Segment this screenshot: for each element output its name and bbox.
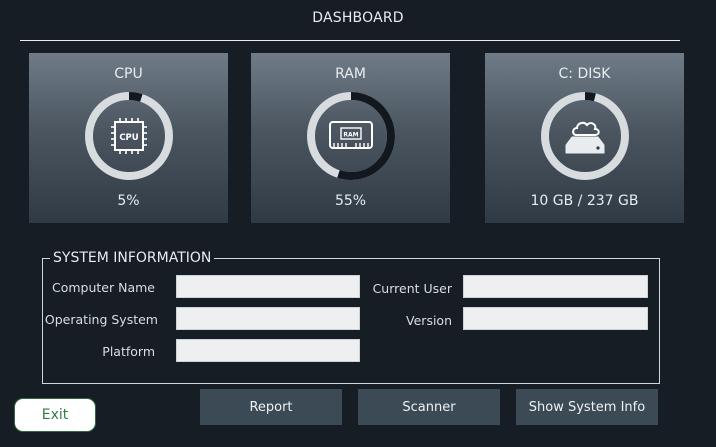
ram-module-icon: RAM — [329, 121, 373, 149]
version-label: Version — [406, 313, 452, 328]
cpu-chip-label: CPU — [119, 133, 138, 143]
page-title: DASHBOARD — [312, 10, 404, 26]
title-divider — [20, 40, 680, 41]
ram-card: RAM RAM 55% — [251, 53, 450, 223]
disk-cloud-icon — [565, 121, 605, 154]
disk-usage-value: 10 GB / 237 GB — [530, 193, 639, 209]
cpu-card-title: CPU — [114, 66, 143, 82]
current-user-field[interactable] — [463, 275, 648, 298]
exit-button[interactable]: Exit — [14, 398, 96, 432]
computer-name-label: Computer Name — [52, 280, 155, 295]
ram-module-label: RAM — [343, 132, 358, 139]
cpu-chip-icon: CPU — [111, 118, 147, 154]
cpu-gauge: CPU — [85, 92, 173, 180]
cpu-usage-value: 5% — [117, 193, 140, 209]
ram-gauge: RAM — [307, 92, 395, 180]
platform-label: Platform — [102, 344, 155, 359]
disk-card: C: DISK 10 GB / 237 GB — [485, 53, 684, 223]
cpu-card: CPU CPU 5% — [29, 53, 228, 223]
computer-name-field[interactable] — [176, 275, 360, 298]
scanner-button[interactable]: Scanner — [358, 389, 500, 425]
report-button[interactable]: Report — [200, 389, 342, 425]
operating-system-field[interactable] — [176, 307, 360, 330]
current-user-label: Current User — [372, 281, 452, 296]
platform-field[interactable] — [176, 339, 360, 362]
disk-card-title: C: DISK — [558, 66, 611, 82]
ram-card-title: RAM — [335, 66, 366, 82]
operating-system-label: Operating System — [44, 312, 158, 327]
disk-gauge — [541, 92, 629, 180]
ram-usage-value: 55% — [334, 193, 367, 209]
show-system-info-button[interactable]: Show System Info — [516, 389, 658, 425]
system-info-title: SYSTEM INFORMATION — [50, 250, 215, 266]
version-field[interactable] — [463, 307, 648, 330]
